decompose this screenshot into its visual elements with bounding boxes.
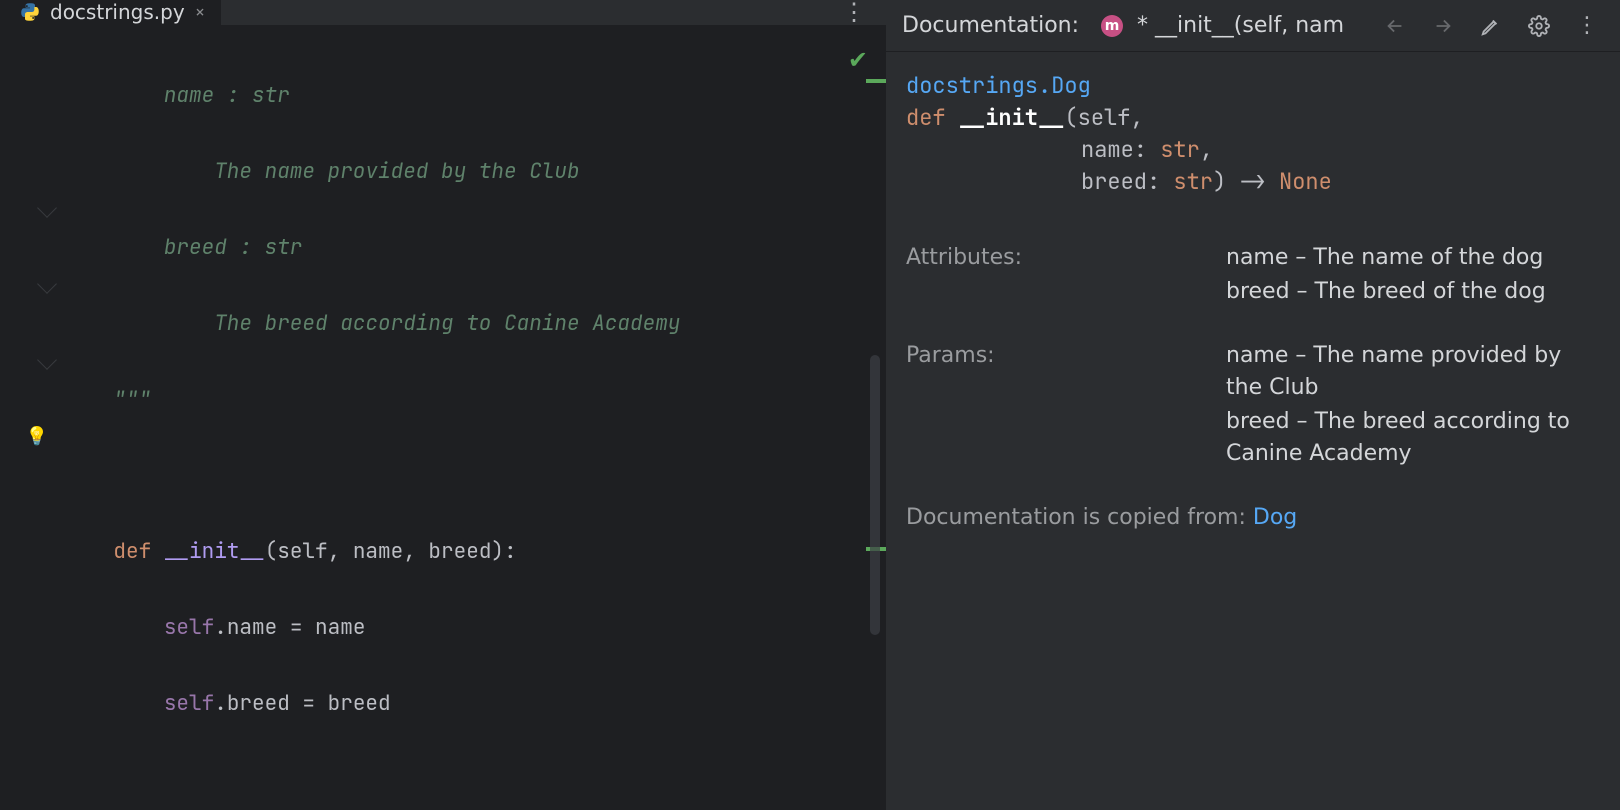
settings-gear-icon[interactable] bbox=[1522, 9, 1556, 43]
tab-filename: docstrings.py bbox=[50, 0, 185, 24]
attribute-item: name – The name of the dog bbox=[1226, 242, 1600, 274]
assign: .breed = breed bbox=[214, 690, 390, 717]
keyword-def: def bbox=[113, 538, 163, 565]
assign: .name = name bbox=[214, 614, 365, 641]
fold-handle-icon[interactable] bbox=[37, 198, 57, 218]
func-name: __init__ bbox=[959, 103, 1065, 132]
editor-tab-bar: docstrings.py × ⋮ bbox=[0, 0, 886, 25]
docstring-line: breed : str bbox=[164, 234, 303, 261]
class-name: Dog bbox=[1051, 71, 1091, 100]
more-menu-icon[interactable]: ⋮ bbox=[1570, 9, 1604, 43]
qualified-name: docstrings.Dog bbox=[906, 70, 1600, 102]
copied-from-link[interactable]: Dog bbox=[1253, 505, 1297, 530]
attributes-label: Attributes: bbox=[906, 242, 1226, 310]
params-list: name – The name provided by the Club bre… bbox=[1226, 340, 1600, 472]
copied-from-label: Documentation is copied from: bbox=[906, 505, 1253, 530]
close-tab-icon[interactable]: × bbox=[195, 1, 206, 24]
param-name: breed: bbox=[1081, 167, 1173, 196]
fold-handle-icon[interactable] bbox=[37, 274, 57, 294]
code-editor[interactable]: 💡 ✔ name : str The name provided by the … bbox=[0, 25, 886, 810]
attributes-section: Attributes: name – The name of the dog b… bbox=[906, 242, 1600, 310]
attribute-item: breed – The breed of the dog bbox=[1226, 276, 1600, 308]
func-params: (self, name, breed): bbox=[265, 538, 517, 565]
return-arrow: ) -> bbox=[1213, 167, 1279, 196]
module-name: docstrings. bbox=[906, 71, 1051, 100]
documentation-pane: Documentation: m * __init__(self, nam ⋮ … bbox=[886, 0, 1620, 810]
return-type: None bbox=[1279, 167, 1332, 196]
nav-back-icon bbox=[1378, 9, 1412, 43]
func-name: __init__ bbox=[164, 538, 265, 565]
copied-from-row: Documentation is copied from: Dog bbox=[906, 502, 1600, 534]
docstring-line: name : str bbox=[164, 82, 290, 109]
nav-forward-icon bbox=[1426, 9, 1460, 43]
param-name: name: bbox=[1081, 135, 1160, 164]
documentation-title: Documentation: bbox=[902, 13, 1079, 38]
documentation-symbol[interactable]: * __init__(self, nam bbox=[1137, 13, 1344, 38]
tab-bar-menu-icon[interactable]: ⋮ bbox=[836, 0, 872, 25]
param-item: name – The name provided by the Club bbox=[1226, 340, 1600, 404]
code-body[interactable]: name : str The name provided by the Club… bbox=[55, 25, 886, 810]
docstring-line: The breed according to Canine Academy bbox=[214, 310, 680, 337]
docstring-close: """ bbox=[113, 386, 151, 413]
method-badge-icon: m bbox=[1101, 15, 1123, 37]
editor-pane: docstrings.py × ⋮ 💡 ✔ name : str The nam… bbox=[0, 0, 886, 810]
params-label: Params: bbox=[906, 340, 1226, 472]
docstring-line: The name provided by the Club bbox=[214, 158, 579, 185]
intention-bulb-icon[interactable]: 💡 bbox=[26, 425, 48, 447]
editor-tab[interactable]: docstrings.py × bbox=[0, 0, 221, 25]
keyword-def: def bbox=[906, 103, 959, 132]
documentation-body: docstrings.Dog def __init__(self, name: … bbox=[886, 52, 1620, 552]
param-type: str bbox=[1160, 135, 1200, 164]
editor-gutter: 💡 bbox=[0, 25, 55, 810]
sig-params: (self, bbox=[1064, 103, 1143, 132]
attributes-list: name – The name of the dog breed – The b… bbox=[1226, 242, 1600, 310]
self-ref: self bbox=[164, 690, 214, 717]
python-file-icon bbox=[20, 2, 40, 22]
param-item: breed – The breed according to Canine Ac… bbox=[1226, 406, 1600, 470]
comma: , bbox=[1200, 135, 1213, 164]
params-section: Params: name – The name provided by the … bbox=[906, 340, 1600, 472]
signature: def __init__(self, name: str, breed: str… bbox=[906, 102, 1600, 198]
edit-source-icon[interactable] bbox=[1474, 9, 1508, 43]
documentation-header: Documentation: m * __init__(self, nam ⋮ bbox=[886, 0, 1620, 52]
self-ref: self bbox=[164, 614, 214, 641]
fold-handle-icon[interactable] bbox=[37, 350, 57, 370]
param-type: str bbox=[1173, 167, 1213, 196]
